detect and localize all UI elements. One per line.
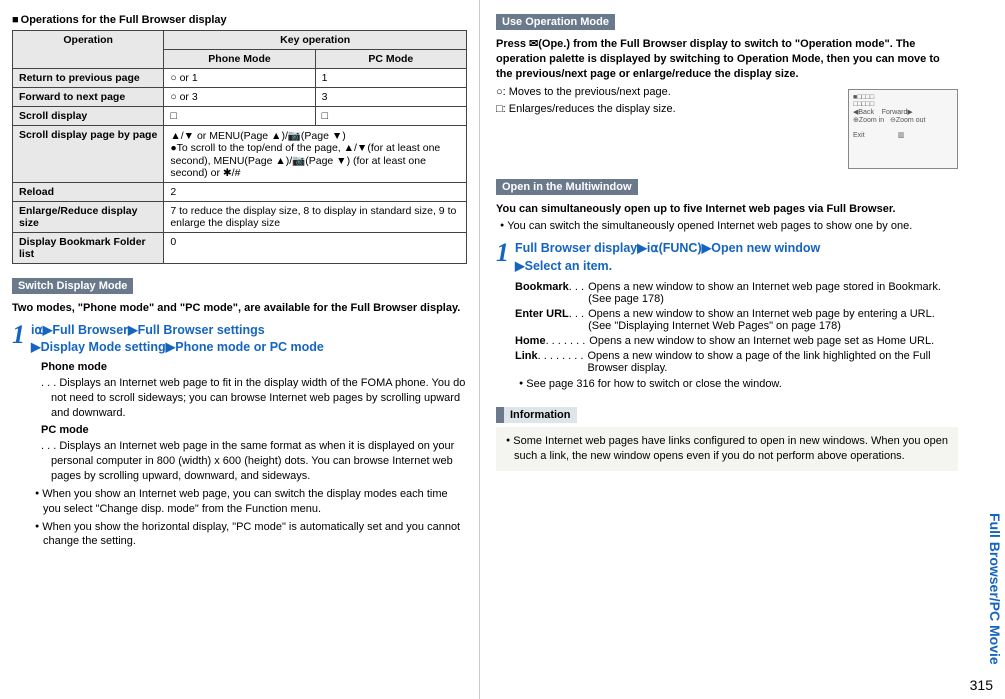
link-label: Link (515, 350, 538, 374)
th-phone-mode: Phone Mode (164, 50, 315, 69)
cell-return-phone: ○ or 1 (164, 69, 315, 88)
cell-bookmark-list: 0 (164, 233, 467, 264)
right-column: Use Operation Mode Press ✉(Ope.) from th… (480, 0, 970, 699)
enterurl-dots: . . . (569, 308, 584, 332)
page-number: 315 (970, 677, 993, 693)
step-number-1-icon-right: 1 (496, 240, 509, 266)
operations-table: Operation Key operation Phone Mode PC Mo… (12, 30, 467, 264)
side-tab-label: Full Browser/PC Movie (985, 509, 1005, 669)
cell-scroll-pc: □ (315, 107, 466, 126)
information-heading: Information (496, 407, 577, 423)
home-dots: . . . . . . . (546, 335, 586, 347)
left-step-1: 1 i⍺▶Full Browser▶Full Browser settings … (12, 322, 467, 552)
th-key-operation: Key operation (164, 31, 467, 50)
op-return: Return to previous page (13, 69, 164, 88)
op-enlarge: Enlarge/Reduce display size (13, 202, 164, 233)
bookmark-dots: . . . (569, 281, 584, 305)
op-bookmark-list: Display Bookmark Folder list (13, 233, 164, 264)
information-box: Some Internet web pages have links confi… (496, 427, 958, 471)
bookmark-desc: Opens a new window to show an Internet w… (588, 281, 958, 305)
phone-mode-label: Phone mode (41, 361, 467, 373)
open-intro: You can simultaneously open up to five I… (496, 202, 958, 217)
th-pc-mode: PC Mode (315, 50, 466, 69)
open-options-list: Bookmark . . . Opens a new window to sho… (515, 281, 958, 374)
link-dots: . . . . . . . . (538, 350, 584, 374)
right-step-1: 1 Full Browser display▶i⍺(FUNC)▶Open new… (496, 240, 958, 395)
left-column: Operations for the Full Browser display … (0, 0, 480, 699)
switch-display-mode-heading: Switch Display Mode (12, 278, 133, 294)
see-page-note: See page 316 for how to switch or close … (515, 377, 958, 392)
option-enter-url: Enter URL . . . Opens a new window to sh… (515, 308, 958, 332)
nav-line-r1b: ▶Select an item. (515, 258, 958, 276)
use-operation-mode-heading: Use Operation Mode (496, 14, 615, 30)
nav-line-1a: i⍺▶Full Browser▶Full Browser settings (31, 322, 467, 340)
switch-bullet-2: When you show the horizontal display, "P… (31, 520, 467, 550)
open-bullet: You can switch the simultaneously opened… (496, 219, 958, 234)
pc-mode-desc: . . . Displays an Internet web page in t… (51, 439, 467, 484)
switch-bullet-1: When you show an Internet web page, you … (31, 487, 467, 517)
op-reload: Reload (13, 183, 164, 202)
op-scroll: Scroll display (13, 107, 164, 126)
phone-mode-desc: . . . Displays an Internet web page to f… (51, 376, 467, 421)
pc-mode-label: PC mode (41, 424, 467, 436)
ops-heading: Operations for the Full Browser display (12, 14, 467, 26)
option-bookmark: Bookmark . . . Opens a new window to sho… (515, 281, 958, 305)
open-multiwindow-heading: Open in the Multiwindow (496, 179, 638, 195)
home-desc: Opens a new window to show an Internet w… (589, 335, 958, 347)
option-link: Link . . . . . . . . Opens a new window … (515, 350, 958, 374)
home-label: Home (515, 335, 546, 347)
cell-return-pc: 1 (315, 69, 466, 88)
information-text: Some Internet web pages have links confi… (502, 434, 952, 464)
cell-scroll-page: ▲/▼ or MENU(Page ▲)/📷(Page ▼) ●To scroll… (164, 126, 467, 183)
step-number-1-icon: 1 (12, 322, 25, 348)
option-home: Home . . . . . . . Opens a new window to… (515, 335, 958, 347)
operation-palette-thumbnail: ■□□□□□□□□□ ◀Back Forward▶ ⊕Zoom in ⊖Zoom… (848, 89, 958, 169)
enterurl-desc: Opens a new window to show an Internet w… (588, 308, 958, 332)
enterurl-label: Enter URL (515, 308, 569, 332)
cell-enlarge: 7 to reduce the display size, 8 to displ… (164, 202, 467, 233)
th-operation: Operation (13, 31, 164, 69)
bookmark-label: Bookmark (515, 281, 569, 305)
nav-line-r1a: Full Browser display▶i⍺(FUNC)▶Open new w… (515, 240, 958, 258)
cell-forward-phone: ○ or 3 (164, 88, 315, 107)
nav-line-1b: ▶Display Mode setting▶Phone mode or PC m… (31, 339, 467, 357)
switch-intro: Two modes, "Phone mode" and "PC mode", a… (12, 301, 467, 316)
link-desc: Opens a new window to show a page of the… (587, 350, 958, 374)
op-scroll-page: Scroll display page by page (13, 126, 164, 183)
op-forward: Forward to next page (13, 88, 164, 107)
cell-forward-pc: 3 (315, 88, 466, 107)
cell-scroll-phone: □ (164, 107, 315, 126)
use-intro: Press ✉(Ope.) from the Full Browser disp… (496, 37, 958, 82)
cell-reload: 2 (164, 183, 467, 202)
